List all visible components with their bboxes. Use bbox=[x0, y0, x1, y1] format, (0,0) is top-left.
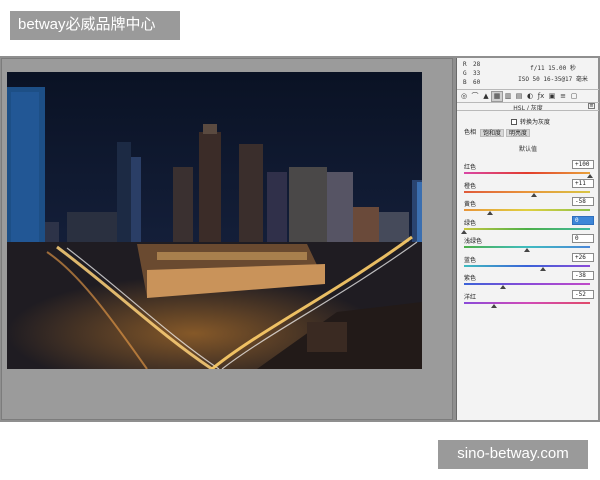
default-link[interactable]: 默认值 bbox=[457, 144, 599, 153]
snapshot-icon[interactable]: ▢ bbox=[569, 92, 579, 101]
hsl-row: 洋红 -52 bbox=[464, 289, 594, 314]
exposure-info: f/11 15.00 秒 ISO 50 16-35@17 毫米 bbox=[509, 63, 597, 85]
hsl-slider-thumb[interactable] bbox=[461, 229, 467, 234]
exposure-line-2: ISO 50 16-35@17 毫米 bbox=[518, 76, 588, 83]
grayscale-toggle[interactable]: 转换为灰度 bbox=[511, 117, 550, 126]
divider bbox=[457, 89, 599, 90]
hsl-slider-thumb[interactable] bbox=[530, 192, 537, 197]
hsl-label: 橙色 bbox=[464, 182, 477, 190]
preview-area bbox=[1, 58, 453, 420]
b-value: 60 bbox=[473, 79, 481, 86]
lens-icon[interactable]: ◐ bbox=[525, 92, 535, 101]
camera-icon[interactable]: ▣ bbox=[547, 92, 557, 101]
hsl-value-field[interactable]: +11 bbox=[572, 178, 594, 188]
raw-editor-window: R 28 G 33 B 60 f/11 15.00 秒 ISO 50 16-35@17… bbox=[0, 56, 600, 422]
curve-icon[interactable]: ⌒ bbox=[470, 92, 480, 101]
split-toning-icon[interactable]: ▥ bbox=[503, 92, 513, 101]
panel-toolbar: ◎ ⌒ ▲ ▦ ▥ ▤ ◐ ƒx ▣ ≡ ▢ bbox=[459, 91, 597, 102]
grayscale-label: 转换为灰度 bbox=[520, 119, 551, 126]
tab-hue[interactable]: 色相 bbox=[462, 129, 478, 137]
watermark-top: betway必威品牌中心 bbox=[10, 11, 180, 40]
g-label: G bbox=[463, 70, 467, 77]
hsl-slider-thumb[interactable] bbox=[487, 211, 494, 215]
hsl-value-field[interactable]: 0 bbox=[572, 215, 594, 225]
hsl-slider-track[interactable] bbox=[464, 301, 590, 304]
hsl-value-field[interactable]: 0 bbox=[572, 234, 594, 243]
fx-icon[interactable]: ƒx bbox=[536, 92, 546, 101]
tab-saturation[interactable]: 饱和度 bbox=[480, 129, 505, 137]
b-label: B bbox=[463, 79, 467, 86]
hsl-slider-track[interactable] bbox=[464, 209, 590, 211]
hsl-slider-track[interactable] bbox=[464, 172, 590, 174]
g-value: 33 bbox=[473, 70, 481, 77]
hsl-label: 黄色 bbox=[464, 201, 477, 208]
hsl-value-field[interactable]: -58 bbox=[572, 197, 594, 206]
divider bbox=[457, 110, 599, 111]
preview-image bbox=[7, 72, 422, 369]
city-night-photo bbox=[7, 72, 422, 369]
hsl-slider-thumb[interactable] bbox=[500, 285, 507, 289]
grayscale-checkbox[interactable] bbox=[511, 118, 517, 125]
hsl-label: 红色 bbox=[464, 164, 477, 171]
hsl-icon[interactable]: ▦ bbox=[491, 91, 503, 102]
hsl-slider-thumb[interactable] bbox=[524, 248, 530, 252]
hsl-slider-track[interactable] bbox=[464, 227, 590, 230]
hsl-value-field[interactable]: +26 bbox=[572, 252, 594, 262]
triangle-icon[interactable]: ▲ bbox=[481, 92, 491, 101]
hsl-label: 绿色 bbox=[464, 219, 477, 227]
hsl-label: 紫色 bbox=[464, 275, 477, 282]
hsl-slider-track[interactable] bbox=[464, 283, 590, 285]
presets-icon[interactable]: ≡ bbox=[558, 92, 568, 101]
hsl-value-field[interactable]: +100 bbox=[572, 160, 594, 169]
r-label: R bbox=[463, 61, 467, 68]
r-value: 28 bbox=[473, 61, 481, 68]
hsl-slider-track[interactable] bbox=[464, 190, 590, 193]
hsl-label: 浅绿色 bbox=[464, 238, 483, 245]
hsl-slider-track[interactable] bbox=[464, 264, 590, 267]
detail-icon[interactable]: ▤ bbox=[514, 92, 524, 101]
rgb-readout: R 28 G 33 B 60 bbox=[463, 60, 483, 87]
hsl-label: 洋红 bbox=[464, 293, 477, 301]
aperture-icon[interactable]: ◎ bbox=[459, 92, 469, 101]
tab-luminance[interactable]: 明亮度 bbox=[506, 129, 531, 137]
hsl-slider-thumb[interactable] bbox=[540, 266, 547, 271]
hsl-slider-thumb[interactable] bbox=[587, 174, 593, 178]
adjustment-panel: R 28 G 33 B 60 f/11 15.00 秒 ISO 50 16-35@17… bbox=[456, 58, 599, 420]
hsl-value-field[interactable]: -52 bbox=[572, 289, 594, 299]
hsl-value-field[interactable]: -38 bbox=[572, 271, 594, 280]
screenshot-root: betway必威品牌中心 R 28 G 33 B 60 f/11 15.00 秒… bbox=[0, 0, 600, 480]
hsl-slider-thumb[interactable] bbox=[491, 303, 498, 308]
hsl-subtabs: 色相 饱和度 明亮度 bbox=[462, 129, 531, 137]
exposure-line-1: f/11 15.00 秒 bbox=[530, 65, 576, 72]
panel-menu-icon[interactable]: ≡ bbox=[588, 103, 595, 109]
watermark-bottom: sino-betway.com bbox=[438, 440, 588, 469]
hsl-label: 蓝色 bbox=[464, 256, 477, 264]
